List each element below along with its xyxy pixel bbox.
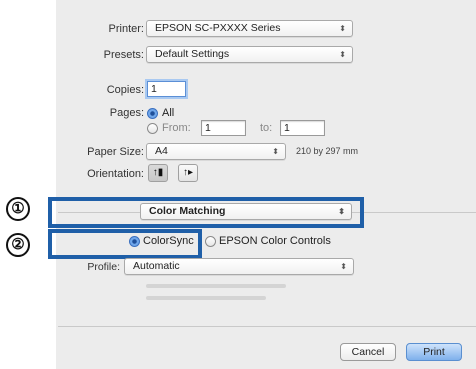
highlight-box-2 — [48, 229, 202, 259]
updown-arrows-icon: ⬍ — [272, 147, 279, 156]
profile-label: Profile: — [87, 261, 120, 273]
updown-arrows-icon: ⬍ — [339, 50, 346, 59]
profile-description-line — [146, 284, 286, 288]
printer-popup[interactable]: EPSON SC-PXXXX Series ⬍ — [146, 20, 353, 37]
copies-value: 1 — [151, 83, 157, 95]
presets-value: Default Settings — [155, 48, 230, 60]
pages-all-label: All — [162, 107, 175, 119]
epson-color-controls-radio[interactable] — [205, 236, 216, 247]
printer-value: EPSON SC-PXXXX Series — [155, 22, 281, 34]
pages-label: Pages: — [109, 107, 144, 119]
updown-arrows-icon: ⬍ — [340, 262, 347, 271]
pages-from-label: From: — [162, 122, 191, 134]
pages-to-label: to: — [260, 122, 273, 134]
paper-size-popup[interactable]: A4 ⬍ — [146, 143, 286, 160]
highlight-box-1 — [48, 197, 364, 228]
updown-arrows-icon: ⬍ — [339, 24, 346, 33]
pages-from-field[interactable]: 1 — [201, 120, 246, 136]
pages-to-value: 1 — [284, 122, 290, 134]
callout-1: ① — [6, 197, 30, 221]
landscape-orientation-icon[interactable]: ↑▸ — [178, 164, 198, 182]
orientation-label: Orientation: — [87, 168, 144, 180]
separator — [58, 326, 476, 327]
paper-size-value: A4 — [155, 145, 168, 157]
pages-all-radio[interactable] — [147, 108, 158, 119]
profile-description-line — [146, 296, 266, 300]
profile-popup[interactable]: Automatic ⬍ — [124, 258, 354, 275]
pages-from-value: 1 — [205, 122, 211, 134]
paper-dimensions: 210 by 297 mm — [296, 146, 359, 156]
portrait-orientation-icon[interactable]: ↑▮ — [148, 164, 168, 182]
epson-color-controls-label: EPSON Color Controls — [219, 235, 331, 247]
printer-label: Printer: — [108, 23, 144, 35]
copies-label: Copies: — [106, 84, 144, 96]
copies-field[interactable]: 1 — [147, 81, 186, 97]
presets-label: Presets: — [103, 49, 144, 61]
pages-from-radio[interactable] — [147, 123, 158, 134]
print-button[interactable]: Print — [406, 343, 462, 361]
pages-to-field[interactable]: 1 — [280, 120, 325, 136]
presets-popup[interactable]: Default Settings ⬍ — [146, 46, 353, 63]
callout-2: ② — [6, 233, 30, 257]
profile-value: Automatic — [133, 260, 180, 272]
paper-size-label: Paper Size: — [87, 146, 144, 158]
cancel-button[interactable]: Cancel — [340, 343, 396, 361]
